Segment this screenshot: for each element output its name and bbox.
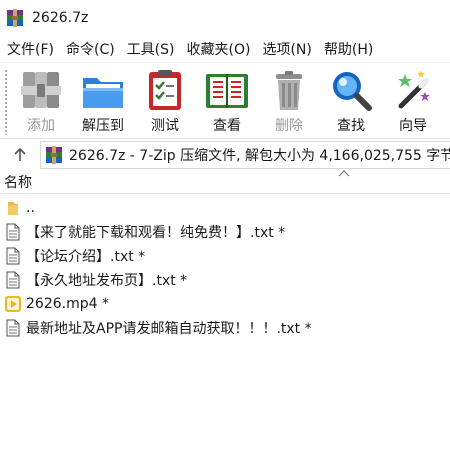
- file-list: .. 【来了就能下载和观看！纯免费！】.txt * 【论坛介绍】.txt * 【…: [0, 194, 450, 340]
- menu-file[interactable]: 文件(F): [2, 39, 59, 59]
- path-field[interactable]: 2626.7z - 7-Zip 压缩文件, 解包大小为 4,166,025,75…: [40, 140, 450, 169]
- text-file-icon: [4, 318, 22, 338]
- up-arrow-icon: [14, 147, 26, 161]
- add-archive-icon: [21, 72, 61, 108]
- view-label: 查看: [213, 118, 241, 134]
- delete-label: 删除: [275, 118, 303, 134]
- wizard-button[interactable]: 向导: [382, 67, 444, 135]
- menu-tools[interactable]: 工具(S): [122, 39, 180, 59]
- menu-help[interactable]: 帮助(H): [319, 39, 378, 59]
- menu-favorites[interactable]: 收藏夹(O): [182, 39, 256, 59]
- find-magnifier-icon: [333, 72, 372, 111]
- extract-to-label: 解压到: [82, 118, 124, 134]
- winrar-app-icon: [7, 9, 23, 27]
- list-item[interactable]: 2626.mp4 *: [0, 292, 450, 316]
- file-name: 2626.mp4 *: [26, 296, 109, 312]
- add-label: 添加: [27, 118, 55, 134]
- wizard-wand-icon: [398, 70, 430, 109]
- file-name: 【论坛介绍】.txt *: [26, 249, 146, 265]
- view-button[interactable]: 查看: [196, 67, 258, 135]
- archive-path-text: 2626.7z - 7-Zip 压缩文件, 解包大小为 4,166,025,75…: [69, 147, 450, 164]
- menu-bar: 文件(F) 命令(C) 工具(S) 收藏夹(O) 选项(N) 帮助(H): [0, 36, 450, 62]
- file-name: 最新地址及APP请发邮箱自动获取！！！.txt *: [26, 321, 312, 337]
- extract-to-button[interactable]: 解压到: [72, 67, 134, 135]
- view-book-icon: [206, 74, 248, 108]
- text-file-icon: [4, 246, 22, 266]
- test-label: 测试: [151, 118, 179, 134]
- list-item[interactable]: 【论坛介绍】.txt *: [0, 244, 450, 268]
- delete-trash-icon: [276, 71, 302, 110]
- window-title: 2626.7z: [32, 10, 89, 26]
- menu-options[interactable]: 选项(N): [257, 39, 316, 59]
- list-item[interactable]: 【来了就能下载和观看！纯免费！】.txt *: [0, 220, 450, 244]
- list-item[interactable]: ..: [0, 196, 450, 220]
- file-name: 【永久地址发布页】.txt *: [26, 273, 188, 289]
- find-button[interactable]: 查找: [320, 67, 382, 135]
- text-file-icon: [4, 222, 22, 242]
- archive-icon: [46, 145, 62, 164]
- file-name: 【来了就能下载和观看！纯免费！】.txt *: [26, 225, 286, 241]
- column-header: 名称: [0, 170, 450, 194]
- wizard-label: 向导: [399, 118, 427, 134]
- add-button[interactable]: 添加: [10, 67, 72, 135]
- file-name: ..: [26, 200, 35, 216]
- menu-command[interactable]: 命令(C): [61, 39, 120, 59]
- column-name-header[interactable]: 名称: [0, 172, 32, 192]
- extract-folder-icon: [83, 78, 123, 108]
- folder-up-icon: [4, 198, 22, 218]
- toolbar: 添加 解压到 测试 查看 删除 查找 向导: [0, 62, 450, 138]
- list-item[interactable]: 最新地址及APP请发邮箱自动获取！！！.txt *: [0, 316, 450, 340]
- winrar-window: 2626.7z 文件(F) 命令(C) 工具(S) 收藏夹(O) 选项(N) 帮…: [0, 0, 450, 452]
- title-bar: 2626.7z: [0, 0, 450, 36]
- up-one-level-button[interactable]: [0, 140, 40, 170]
- address-bar: 2626.7z - 7-Zip 压缩文件, 解包大小为 4,166,025,75…: [0, 138, 450, 170]
- text-file-icon: [4, 270, 22, 290]
- find-label: 查找: [337, 118, 365, 134]
- toolbar-grip[interactable]: [4, 69, 8, 135]
- list-item[interactable]: 【永久地址发布页】.txt *: [0, 268, 450, 292]
- video-file-icon: [4, 294, 22, 314]
- test-clipboard-icon: [149, 70, 181, 110]
- delete-button[interactable]: 删除: [258, 67, 320, 135]
- sort-ascending-icon: [338, 170, 350, 177]
- test-button[interactable]: 测试: [134, 67, 196, 135]
